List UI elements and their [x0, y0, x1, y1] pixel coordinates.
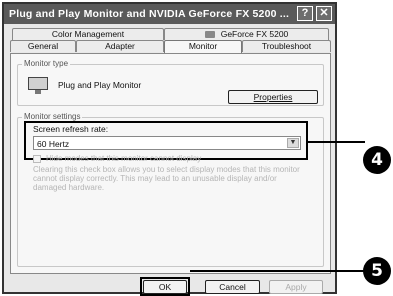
tab-general[interactable]: General	[10, 40, 76, 52]
tab-troubleshoot[interactable]: Troubleshoot	[242, 40, 331, 52]
tab-label: Adapter	[105, 41, 135, 51]
tab-geforce[interactable]: GeForce FX 5200	[164, 28, 329, 40]
refresh-rate-label: Screen refresh rate:	[33, 124, 109, 134]
callout-5: 5	[363, 257, 391, 285]
properties-button[interactable]: Properties	[228, 90, 318, 104]
callout-4: 4	[363, 146, 391, 174]
chevron-down-icon[interactable]: ▼	[287, 138, 299, 148]
callout-line-4	[308, 141, 365, 143]
monitor-type-legend: Monitor type	[22, 59, 71, 68]
hide-modes-description: Clearing this check box allows you to se…	[33, 165, 300, 192]
title-bar: Plug and Play Monitor and NVIDIA GeForce…	[4, 4, 335, 24]
monitor-settings-legend: Monitor settings	[22, 112, 83, 121]
apply-label: Apply	[285, 282, 307, 292]
close-button[interactable]: ✕	[316, 6, 332, 21]
monitor-icon	[28, 77, 48, 94]
tab-label: GeForce FX 5200	[220, 29, 289, 39]
hide-modes-label: Hide modes that this monitor cannot disp…	[46, 154, 202, 163]
tab-label: Monitor	[188, 41, 218, 51]
tab-color-management[interactable]: Color Management	[12, 28, 164, 40]
tab-label: Troubleshoot	[261, 41, 312, 51]
ok-highlight	[140, 277, 190, 296]
tab-row-upper: Color Management GeForce FX 5200	[10, 28, 331, 40]
monitor-tab-panel: Monitor type Plug and Play Monitor Prope…	[10, 53, 331, 274]
cancel-button[interactable]: Cancel	[205, 280, 260, 294]
window-title: Plug and Play Monitor and NVIDIA GeForce…	[9, 8, 290, 20]
cancel-label: Cancel	[219, 282, 246, 292]
refresh-rate-value: 60 Hertz	[37, 139, 70, 149]
monitor-name: Plug and Play Monitor	[58, 80, 142, 90]
properties-label: Properties	[253, 92, 293, 102]
tab-monitor[interactable]: Monitor	[164, 40, 242, 53]
hide-modes-checkbox[interactable]	[33, 155, 41, 163]
tab-adapter[interactable]: Adapter	[76, 40, 164, 52]
help-button[interactable]: ?	[297, 6, 313, 21]
refresh-rate-select[interactable]: 60 Hertz ▼	[33, 136, 301, 150]
tab-row-lower: General Adapter Monitor Troubleshoot	[10, 40, 331, 53]
tab-label: Color Management	[51, 29, 125, 39]
callout-line-5	[190, 270, 365, 272]
monitor-type-group: Monitor type Plug and Play Monitor Prope…	[17, 59, 324, 106]
nvidia-icon	[204, 31, 215, 38]
tab-label: General	[27, 41, 59, 51]
apply-button[interactable]: Apply	[269, 280, 323, 294]
